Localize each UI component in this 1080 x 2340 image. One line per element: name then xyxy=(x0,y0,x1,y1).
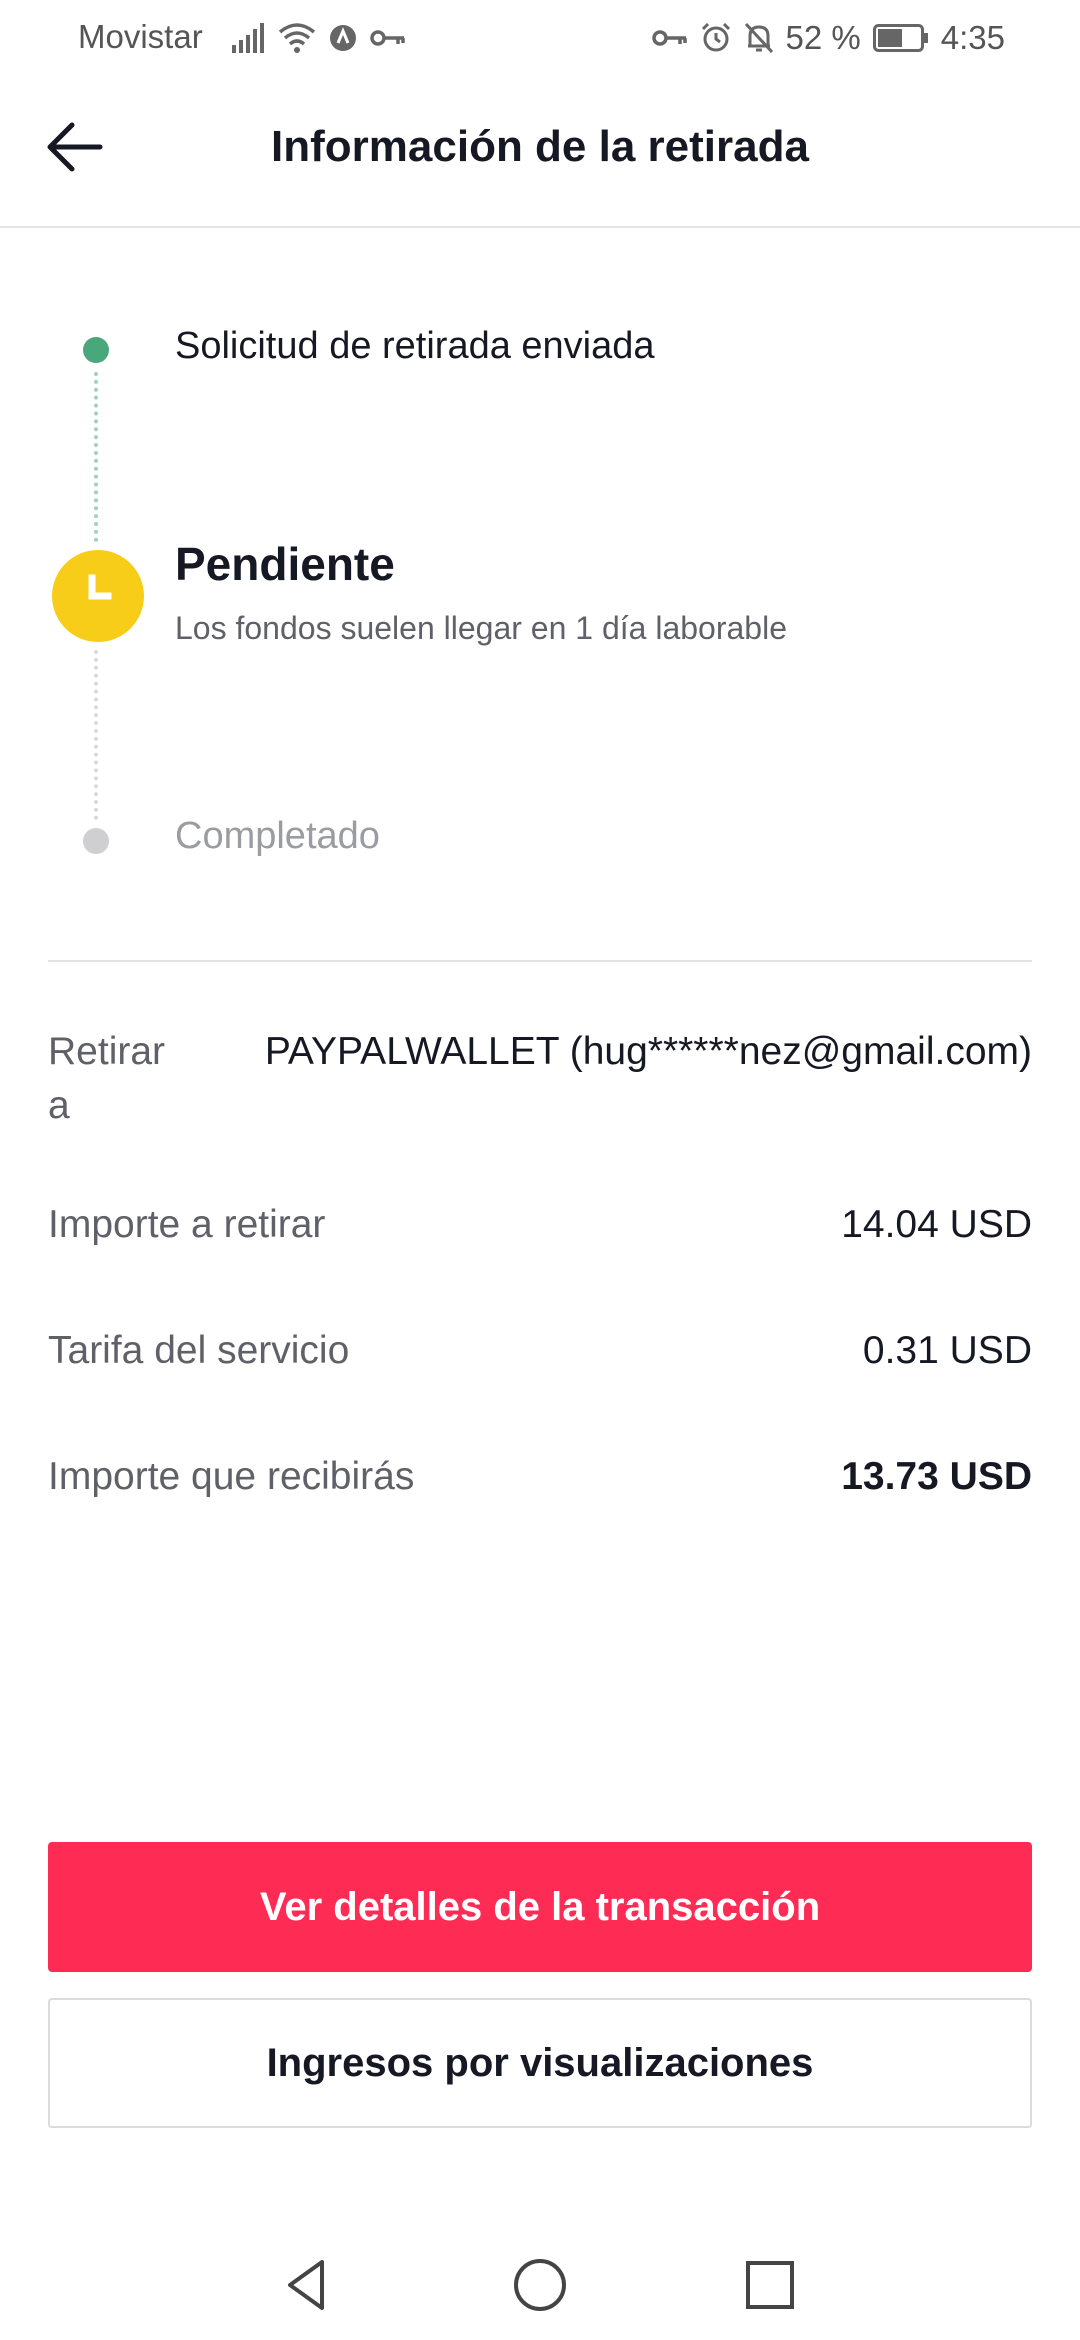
battery-level: 52 % xyxy=(785,19,861,56)
alarm-icon xyxy=(700,22,732,54)
view-earnings-button[interactable]: Ingresos por visualizaciones xyxy=(48,1998,1032,2128)
step-connector-done xyxy=(94,372,98,542)
nav-home-button[interactable] xyxy=(505,2250,575,2320)
wifi-icon xyxy=(278,22,316,54)
receive-label: Importe que recibirás xyxy=(48,1455,415,1498)
clock: 4:35 xyxy=(940,19,1005,56)
withdraw-to-value: PAYPALWALLET (hug******nez@gmail.com) xyxy=(264,1030,1032,1073)
status-bar: Movistar 52 % 4:35 xyxy=(0,0,1080,76)
battery-icon xyxy=(872,24,929,52)
step-completed-label: Completado xyxy=(175,815,380,857)
notifications-off-icon xyxy=(744,22,774,54)
step-connector-pending xyxy=(94,650,98,820)
status-icons-left xyxy=(232,18,406,58)
step-done-dot xyxy=(83,337,109,363)
amount-label: Importe a retirar xyxy=(48,1203,326,1246)
signal-icon xyxy=(232,23,266,53)
header: Información de la retirada xyxy=(0,76,1080,228)
system-nav-bar xyxy=(0,2220,1080,2340)
page-title: Información de la retirada xyxy=(271,122,809,171)
clock-icon xyxy=(52,550,144,642)
fee-label: Tarifa del servicio xyxy=(48,1329,350,1372)
step-todo-dot xyxy=(83,828,109,854)
carrier-name: Movistar xyxy=(78,18,203,55)
nav-recents-button[interactable] xyxy=(735,2250,805,2320)
status-icons-right: 52 % 4:35 xyxy=(651,18,1005,58)
withdraw-to-label: Retirar a xyxy=(48,1030,166,1127)
vpn-key-icon xyxy=(651,28,688,48)
receive-value: 13.73 USD xyxy=(841,1455,1032,1498)
data-saver-icon xyxy=(328,23,358,53)
step-pending-label: Pendiente xyxy=(175,538,395,590)
divider xyxy=(48,960,1032,962)
amount-value: 14.04 USD xyxy=(841,1203,1032,1246)
vpn-key-icon xyxy=(370,28,406,48)
nav-back-button[interactable] xyxy=(272,2250,342,2320)
step-submitted-label: Solicitud de retirada enviada xyxy=(175,325,655,367)
nav-back-icon xyxy=(272,2260,342,2324)
nav-recents-icon xyxy=(735,2261,805,2324)
step-pending-description: Los fondos suelen llegar en 1 día labora… xyxy=(175,610,787,646)
nav-home-icon xyxy=(505,2259,575,2324)
fee-value: 0.31 USD xyxy=(862,1329,1032,1372)
view-transaction-details-button[interactable]: Ver detalles de la transacción xyxy=(48,1842,1032,1972)
